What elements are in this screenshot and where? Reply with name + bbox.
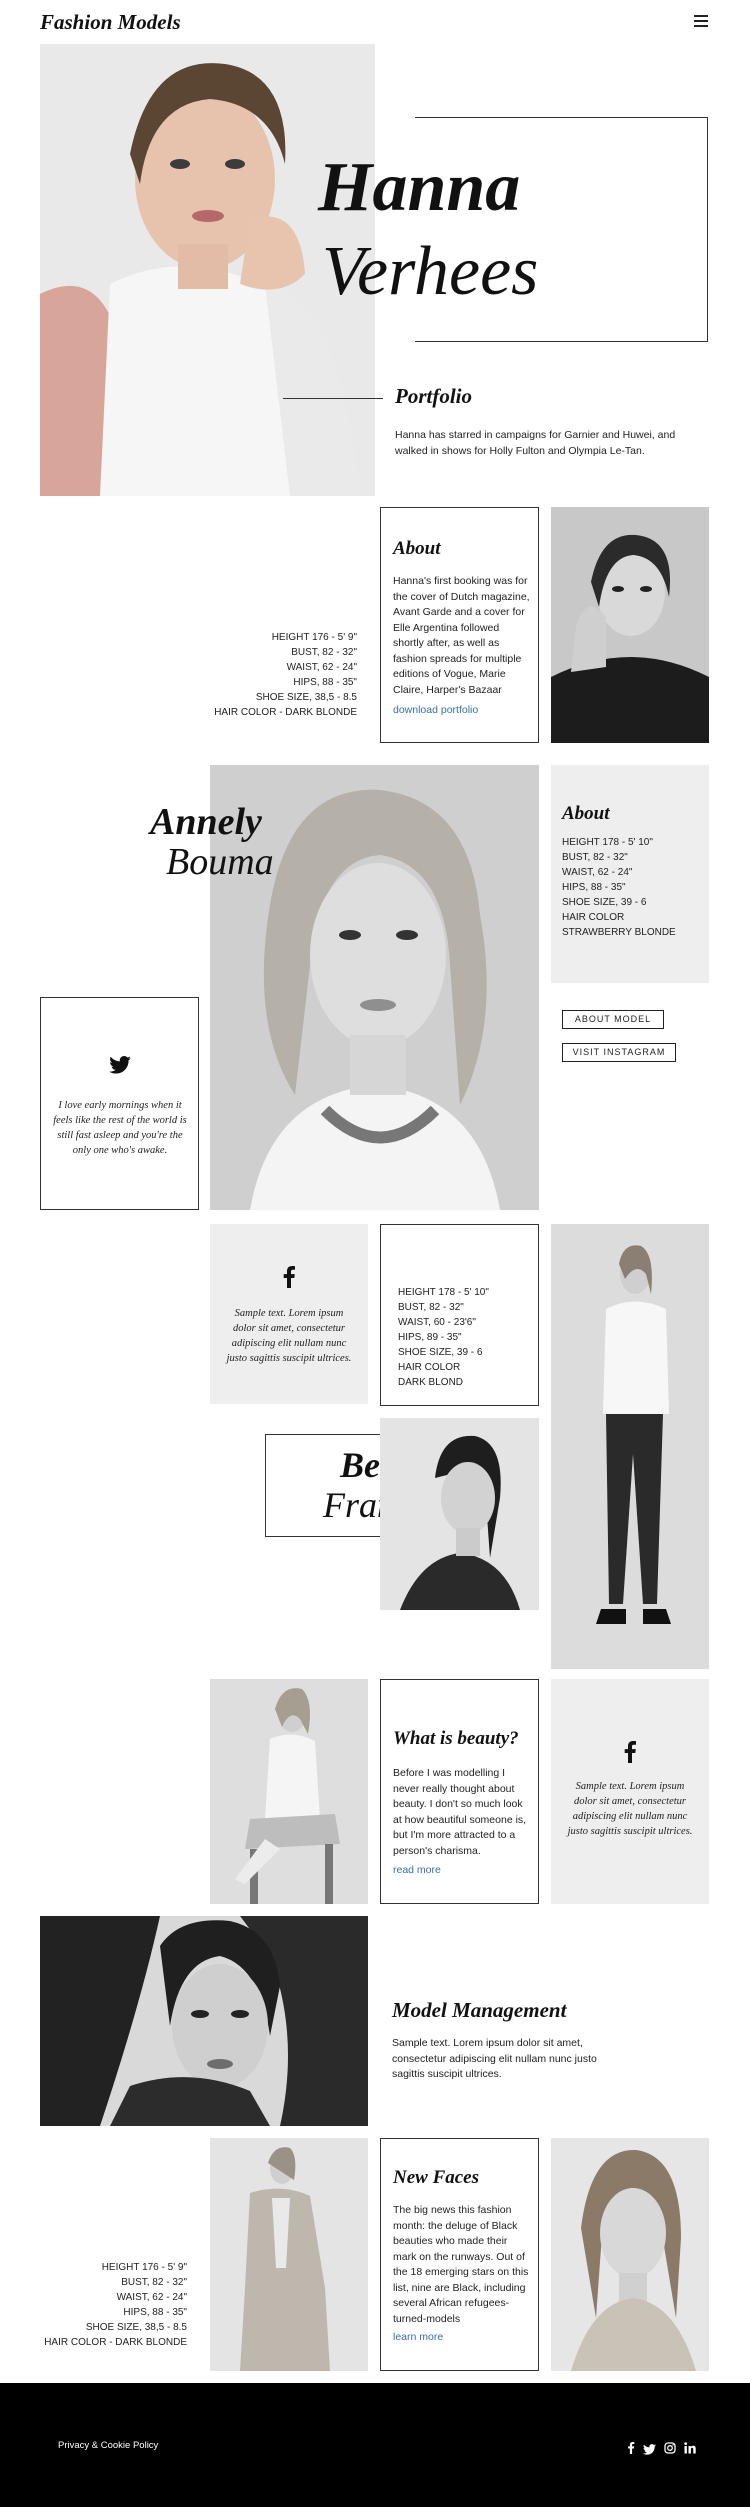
annely-first-name: Annely: [150, 801, 262, 843]
beauty-text: Before I was modelling I never really th…: [393, 1767, 527, 1857]
portfolio-text: Hanna has starred in campaigns for Garni…: [395, 429, 676, 457]
hamburger-menu-icon[interactable]: [694, 15, 708, 27]
annely-about-title: About: [562, 803, 610, 824]
new-face-portrait-photo: [551, 2138, 709, 2371]
facebook-icon[interactable]: [624, 1741, 636, 1763]
annely-stats: HEIGHT 178 - 5' 10" BUST, 82 - 32" WAIST…: [562, 837, 676, 938]
facebook-card-1-text: Sample text. Lorem ipsum dolor sit amet,…: [226, 1308, 352, 1364]
facebook-icon[interactable]: [627, 2441, 635, 2454]
hero-frame-top-gap: [415, 117, 416, 118]
management-text: Sample text. Lorem ipsum dolor sit amet,…: [392, 2037, 597, 2080]
visit-instagram-button[interactable]: VISIT INSTAGRAM: [562, 1043, 676, 1062]
about-model-button[interactable]: ABOUT MODEL: [562, 1010, 664, 1029]
facebook-card-2: Sample text. Lorem ipsum dolor sit amet,…: [551, 1679, 709, 1904]
new-faces-card: New Faces The big news this fashion mont…: [380, 2138, 539, 2371]
portfolio-divider: [283, 398, 383, 399]
privacy-policy-link[interactable]: Privacy & Cookie Policy: [58, 2440, 158, 2451]
twitter-icon[interactable]: [109, 1056, 131, 1074]
management-portrait-photo: [40, 1916, 368, 2126]
about-hanna-card: About Hanna's first booking was for the …: [380, 507, 539, 743]
read-more-link[interactable]: read more: [393, 1864, 441, 1876]
bette-stats-card: HEIGHT 178 - 5' 10" BUST, 82 - 32" WAIST…: [380, 1224, 539, 1406]
full-body-model-photo: [551, 1224, 709, 1669]
new-faces-text: The big news this fashion month: the del…: [393, 2204, 529, 2325]
facebook-card-1: Sample text. Lorem ipsum dolor sit amet,…: [210, 1224, 368, 1404]
suited-model-photo: [210, 2138, 368, 2371]
bette-portrait-photo: [380, 1418, 539, 1610]
annely-about-card: About HEIGHT 178 - 5' 10" BUST, 82 - 32"…: [551, 765, 709, 983]
beauty-title: What is beauty?: [393, 1728, 519, 1749]
site-logo[interactable]: Fashion Models: [40, 10, 181, 35]
linkedin-icon[interactable]: [684, 2441, 696, 2454]
facebook-icon[interactable]: [283, 1266, 295, 1288]
new-faces-title: New Faces: [393, 2167, 480, 2188]
twitter-icon[interactable]: [643, 2442, 656, 2455]
portfolio-title: Portfolio: [395, 384, 472, 408]
about-hanna-title: About: [393, 538, 441, 559]
twitter-quote-card: I love early mornings when it feels like…: [40, 997, 199, 1210]
hero-first-name: Hanna: [318, 149, 521, 226]
download-portfolio-link[interactable]: download portfolio: [393, 704, 478, 716]
instagram-icon[interactable]: [664, 2441, 676, 2454]
learn-more-link[interactable]: learn more: [393, 2331, 443, 2343]
bette-stats: HEIGHT 178 - 5' 10" BUST, 82 - 32" WAIST…: [398, 1287, 489, 1388]
hanna-stats: HEIGHT 176 - 5' 9" BUST, 82 - 32" WAIST,…: [214, 632, 357, 718]
twitter-quote-text: I love early mornings when it feels like…: [53, 1100, 187, 1156]
seated-model-photo: [210, 1679, 368, 1904]
hero-last-name: Verhees: [322, 233, 539, 310]
hanna-bw-photo: [551, 507, 709, 743]
management-title: Model Management: [392, 1998, 567, 2022]
facebook-card-2-text: Sample text. Lorem ipsum dolor sit amet,…: [567, 1781, 693, 1837]
about-hanna-text: Hanna's first booking was for the cover …: [393, 575, 530, 696]
site-footer: Privacy & Cookie Policy: [0, 2383, 750, 2507]
new-faces-stats: HEIGHT 176 - 5' 9" BUST, 82 - 32" WAIST,…: [44, 2262, 187, 2348]
annely-last-name: Bouma: [166, 841, 274, 883]
beauty-card: What is beauty? Before I was modelling I…: [380, 1679, 539, 1904]
